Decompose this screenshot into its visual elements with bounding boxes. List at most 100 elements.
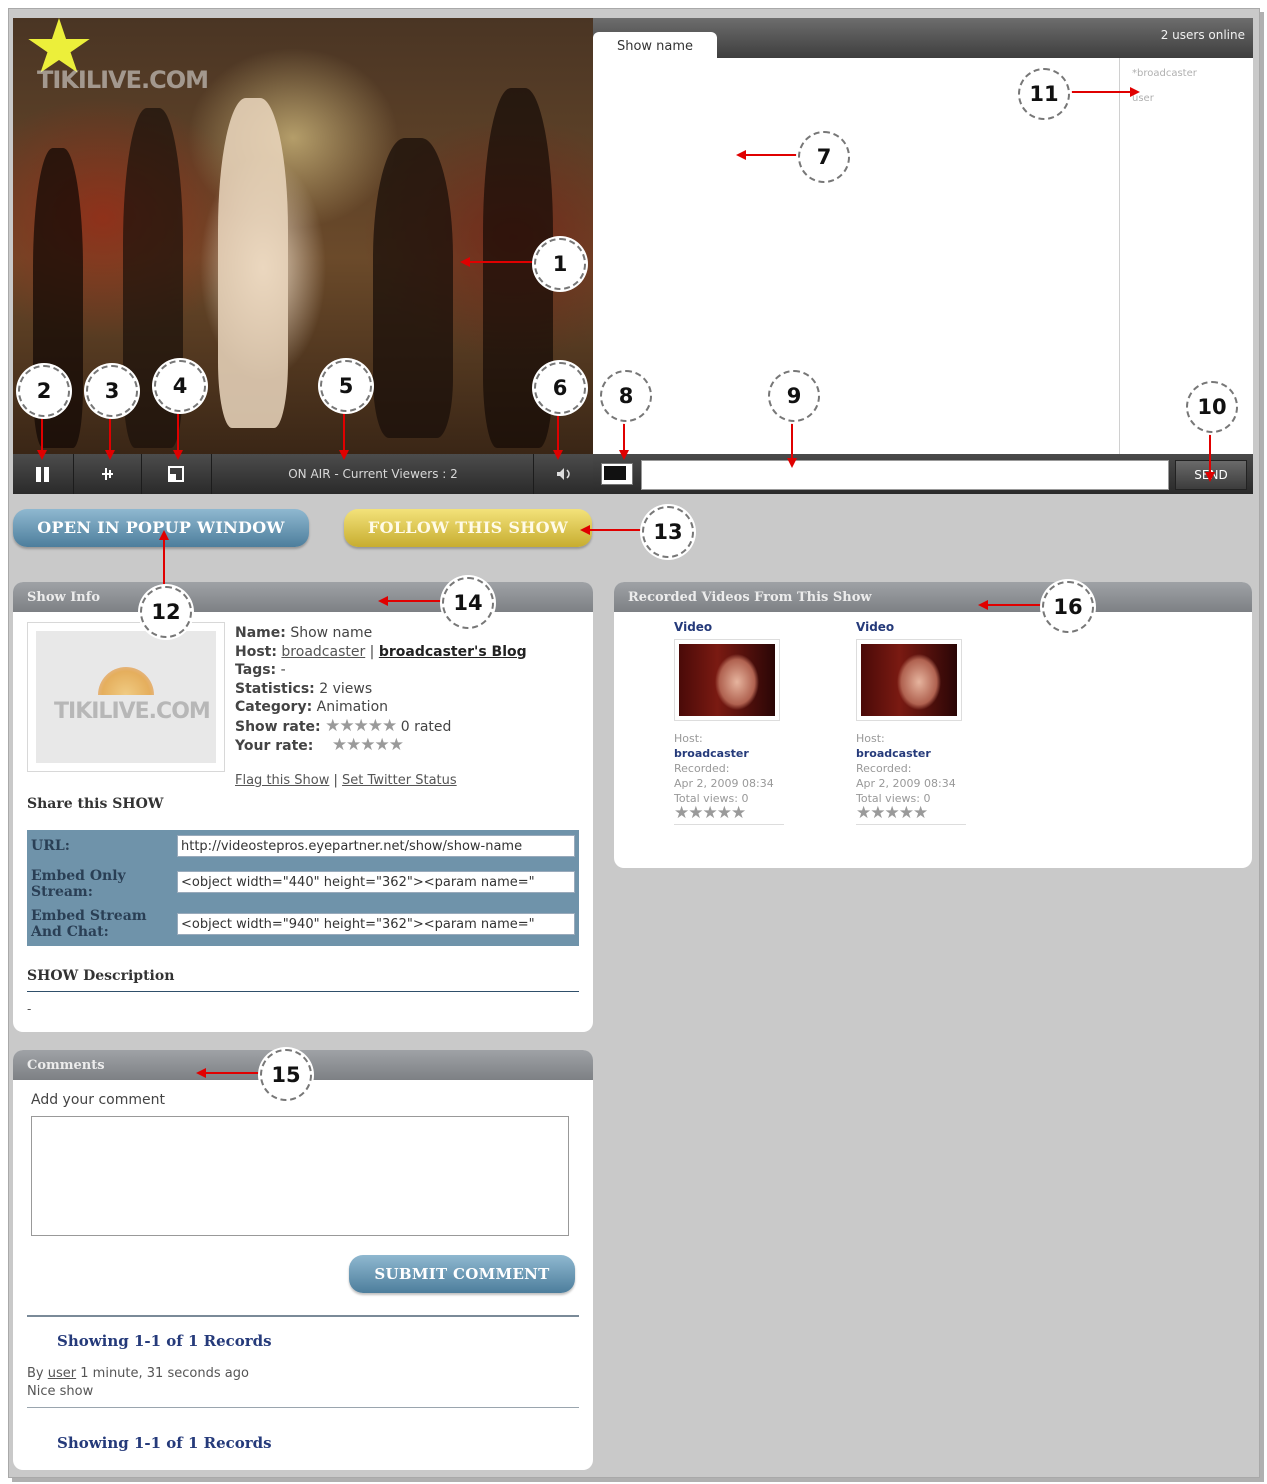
host-link[interactable]: broadcaster — [281, 644, 365, 660]
separator: | — [333, 772, 338, 788]
tags-value: - — [280, 662, 286, 678]
recorded-videos-header: Recorded Videos From This Show — [614, 582, 1252, 612]
by-label: By — [27, 1366, 44, 1381]
volume-button[interactable] — [533, 454, 593, 494]
callout-10: 10 — [1186, 381, 1238, 433]
callout-7: 7 — [798, 131, 850, 183]
embed-chat-field[interactable]: <object width="940" height="362"><param … — [177, 913, 575, 935]
fullscreen-button[interactable] — [141, 454, 212, 494]
recorded-label: Recorded: — [856, 762, 912, 775]
recorded-date: Apr 2, 2009 08:34 — [674, 777, 774, 790]
callout-9: 9 — [768, 370, 820, 422]
callout-4: 4 — [154, 360, 206, 412]
statistics-value: 2 views — [319, 680, 373, 697]
divider — [27, 1407, 579, 1408]
open-popup-button[interactable]: OPEN IN POPUP WINDOW — [13, 509, 309, 547]
recorded-video-item[interactable]: Video Host: broadcaster Recorded: Apr 2,… — [856, 620, 966, 825]
detach-button[interactable] — [73, 454, 142, 494]
embed-chat-label: Embed Stream And Chat: — [31, 908, 147, 940]
chat-header: Show name 2 users online — [593, 18, 1253, 58]
player-controls: ON AIR - Current Viewers : 2 — [13, 454, 593, 494]
host-link[interactable]: broadcaster — [856, 746, 966, 761]
your-rating-stars[interactable]: ★★★★★ — [332, 735, 404, 755]
divider — [27, 1315, 579, 1317]
show-rate-label: Show rate: — [235, 718, 321, 735]
video-thumbnail[interactable] — [856, 639, 962, 721]
tab-show-name[interactable]: Show name — [593, 32, 717, 58]
comment-time: 1 minute, 31 seconds ago — [80, 1366, 249, 1381]
speaker-icon — [557, 468, 570, 480]
comment-textarea[interactable] — [31, 1116, 569, 1236]
category-label: Category: — [235, 699, 313, 715]
callout-15: 15 — [260, 1049, 312, 1101]
chat-message-input[interactable] — [641, 460, 1169, 490]
host-label: Host: — [674, 732, 703, 745]
thumbnail-logo: TIKILIVE.COM — [54, 699, 211, 724]
flag-show-link[interactable]: Flag this Show — [235, 773, 329, 788]
records-count: Showing 1-1 of 1 Records — [57, 1332, 272, 1350]
host-label: Host: — [235, 643, 277, 660]
fullscreen-icon — [168, 466, 184, 482]
video-title-link[interactable]: Video — [856, 620, 966, 635]
recorded-videos-panel: Recorded Videos From This Show Video Hos… — [614, 582, 1252, 868]
text-color-picker[interactable] — [601, 463, 633, 485]
comment-text: Nice show — [27, 1384, 94, 1399]
callout-1: 1 — [534, 238, 586, 290]
url-label: URL: — [31, 838, 70, 854]
show-details: Name: Show name Host: broadcaster | broa… — [235, 624, 527, 790]
show-info-panel: Show Info TIKILIVE.COM Name: Show name H… — [13, 582, 593, 1032]
callout-12: 12 — [140, 586, 192, 638]
host-label: Host: — [856, 732, 885, 745]
user-list-item[interactable]: *broadcaster — [1120, 68, 1254, 79]
records-count: Showing 1-1 of 1 Records — [57, 1434, 272, 1452]
viewer-status: ON AIR - Current Viewers : 2 — [288, 467, 458, 481]
your-rate-label: Your rate: — [235, 738, 314, 754]
follow-show-button[interactable]: FOLLOW THIS SHOW — [344, 509, 592, 547]
blog-link[interactable]: broadcaster's Blog — [379, 644, 527, 660]
logo-sun-icon — [98, 667, 154, 695]
callout-11: 11 — [1018, 68, 1070, 120]
video-thumbnail[interactable] — [674, 639, 780, 721]
divider — [27, 991, 579, 992]
callout-16: 16 — [1042, 581, 1094, 633]
chat-input-bar: SEND — [593, 454, 1253, 494]
rated-count: 0 rated — [400, 718, 452, 735]
send-button[interactable]: SEND — [1175, 460, 1247, 490]
callout-8: 8 — [600, 370, 652, 422]
statistics-label: Statistics: — [235, 680, 315, 697]
comment-author-link[interactable]: user — [48, 1366, 76, 1381]
video-title-link[interactable]: Video — [674, 620, 784, 635]
callout-3: 3 — [86, 365, 138, 417]
callout-5: 5 — [320, 360, 372, 412]
recorded-label: Recorded: — [674, 762, 730, 775]
embed-stream-field[interactable]: <object width="440" height="362"><param … — [177, 871, 575, 893]
description-text: - — [27, 1002, 32, 1016]
comment-meta: By user 1 minute, 31 seconds ago — [27, 1366, 249, 1381]
add-comment-label: Add your comment — [31, 1092, 165, 1108]
watermark-logo: TIKILIVE.COM — [37, 66, 209, 94]
recorded-video-item[interactable]: Video Host: broadcaster Recorded: Apr 2,… — [674, 620, 784, 825]
embed-stream-label: Embed Only Stream: — [31, 868, 126, 900]
detach-icon — [102, 468, 113, 480]
callout-14: 14 — [442, 577, 494, 629]
chat-panel: Show name 2 users online *broadcaster us… — [593, 18, 1253, 494]
recorded-date: Apr 2, 2009 08:34 — [856, 777, 956, 790]
category-value: Animation — [316, 699, 389, 715]
share-title: Share this SHOW — [27, 796, 164, 812]
url-field[interactable]: http://videostepros.eyepartner.net/show/… — [177, 835, 575, 857]
video-player[interactable]: TIKILIVE.COM ON AIR - Current Viewers : … — [13, 18, 593, 494]
share-table: URL: http://videostepros.eyepartner.net/… — [27, 830, 579, 946]
show-rating-stars: ★★★★★ — [325, 715, 397, 736]
user-list-item[interactable]: user — [1120, 93, 1254, 104]
video-rating-stars: ★★★★★ — [856, 805, 966, 825]
submit-comment-button[interactable]: SUBMIT COMMENT — [349, 1255, 575, 1293]
callout-2: 2 — [18, 365, 70, 417]
online-count: 2 users online — [1160, 28, 1245, 42]
host-link[interactable]: broadcaster — [674, 746, 784, 761]
pause-icon — [36, 467, 49, 482]
show-info-header: Show Info — [13, 582, 593, 612]
twitter-status-link[interactable]: Set Twitter Status — [342, 773, 457, 788]
description-title: SHOW Description — [27, 968, 175, 984]
callout-6: 6 — [534, 362, 586, 414]
pause-button[interactable] — [13, 454, 74, 494]
